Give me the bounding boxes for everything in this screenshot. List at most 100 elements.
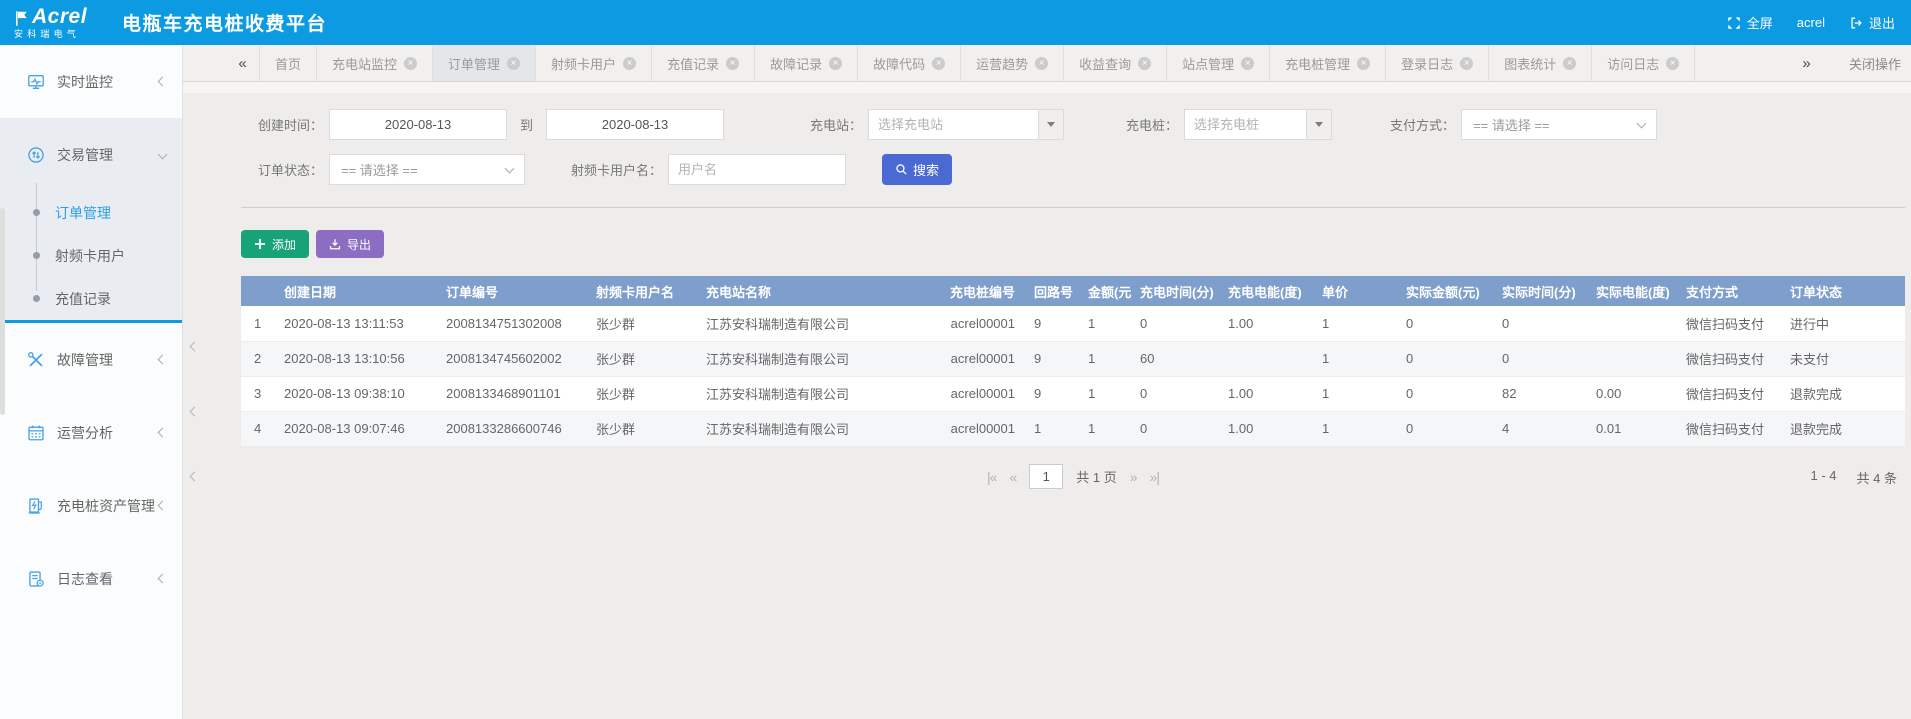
tab-label: 故障记录 [770,54,822,73]
tab-revenue-query[interactable]: 收益查询× [1064,45,1167,81]
tab-pile-manage[interactable]: 充电桩管理× [1270,45,1386,81]
table-cell: 2020-08-13 09:07:46 [279,411,441,446]
table-cell: 0 [1401,306,1497,341]
sidebar-group-fault-manage: 故障管理 [0,323,182,396]
tab-label: 访问日志 [1607,54,1659,73]
sidebar-item-label: 充电桩资产管理 [57,496,155,516]
sidebar-subitem-order-manage[interactable]: 订单管理 [0,191,182,234]
collapse-handle-icon[interactable] [190,407,200,417]
caret-down-icon [1047,122,1055,127]
fullscreen-button[interactable]: 全屏 [1727,13,1773,32]
close-tab-icon[interactable]: × [404,57,417,70]
table-cell: 4 [241,411,279,446]
collapse-handle-icon[interactable] [190,472,200,482]
table-cell: 1 [1029,411,1083,446]
table-cell: 0 [1401,376,1497,411]
close-tab-icon[interactable]: × [1563,57,1576,70]
prev-page-button[interactable]: « [1009,469,1016,485]
tab-recharge-record[interactable]: 充值记录× [652,45,755,81]
chevron-left-icon [158,501,168,511]
sidebar-item-trade-manage[interactable]: 交易管理 [0,118,182,191]
date-from-input[interactable] [329,109,507,140]
pay-method-select[interactable]: == 请选择 == [1461,109,1657,140]
column-header: 充电站名称 [701,276,933,306]
table-row[interactable]: 32020-08-13 09:38:102008133468901101张少群江… [241,376,1905,411]
table-row[interactable]: 12020-08-13 13:11:532008134751302008张少群江… [241,306,1905,341]
page-number-input[interactable] [1029,464,1063,489]
tab-chart-stats[interactable]: 图表统计 × [1489,45,1592,81]
tab-label: 图表统计 [1504,54,1556,73]
table-cell: 2008134751302008 [441,306,591,341]
close-operations-menu[interactable]: 关闭操作 [1849,54,1911,73]
sidebar-subitem-recharge-record[interactable]: 充值记录 [0,277,182,320]
close-tab-icon[interactable]: × [1460,57,1473,70]
add-label: 添加 [272,236,296,253]
column-header: 单价 [1317,276,1401,306]
tabbar-content-gap [183,82,1911,93]
sidebar-group-realtime-monitor: 实时监控 [0,45,182,118]
table-cell: 2 [241,341,279,376]
sidebar-item-pile-asset-manage[interactable]: 充电桩资产管理 [0,469,182,542]
table-cell: 1 [1083,341,1135,376]
filter-row-1: 创建时间： 到 充电站： 充电桩： [241,109,1905,140]
tabs-scroll-left-icon[interactable]: « [223,45,259,81]
table-cell: 0.01 [1591,411,1681,446]
close-tab-icon[interactable]: × [1138,57,1151,70]
search-button[interactable]: 搜索 [882,154,952,185]
download-icon [329,238,341,250]
rfid-user-input[interactable] [668,154,846,185]
order-status-label: 订单状态： [241,160,323,179]
close-tab-icon[interactable]: × [507,57,520,70]
tab-rfid-card-user[interactable]: 射频卡用户× [536,45,652,81]
chevron-down-icon [158,150,168,160]
close-tab-icon[interactable]: × [829,57,842,70]
close-tab-icon[interactable]: × [1241,57,1254,70]
tab-station-monitor[interactable]: 充电站监控× [317,45,433,81]
sidebar-collapse-gutter[interactable] [183,93,205,719]
add-button[interactable]: 添加 [241,230,309,258]
sidebar-item-log-view[interactable]: 日志查看 [0,542,182,615]
date-to-label: 到 [520,115,533,134]
close-tab-icon[interactable]: × [623,57,636,70]
station-dropdown-button[interactable] [1038,109,1064,140]
tab-fault-code[interactable]: 故障代码× [858,45,961,81]
pile-input[interactable] [1184,109,1306,140]
tab-operation-trend[interactable]: 运营趋势× [961,45,1064,81]
order-status-select[interactable]: == 请选择 == [329,154,525,185]
tab-order-manage[interactable]: 订单管理× [433,45,536,81]
close-tab-icon[interactable]: × [1666,57,1679,70]
tab-login-log[interactable]: 登录日志× [1386,45,1489,81]
table-row[interactable]: 42020-08-13 09:07:462008133286600746张少群江… [241,411,1905,446]
close-tab-icon[interactable]: × [1035,57,1048,70]
close-tab-icon[interactable]: × [932,57,945,70]
tab-home[interactable]: 首页 [259,45,317,81]
calendar-icon [27,424,45,442]
table-cell: acrel00001 [933,306,1029,341]
last-page-button[interactable]: »| [1150,469,1159,485]
table-cell: 1 [241,306,279,341]
collapse-handle-icon[interactable] [190,342,200,352]
station-input[interactable] [868,109,1038,140]
sidebar-item-operation-analysis[interactable]: 运营分析 [0,396,182,469]
header-actions: 全屏 acrel 退出 [1727,13,1911,32]
close-tab-icon[interactable]: × [726,57,739,70]
sidebar-scrollbar[interactable] [0,208,5,415]
sidebar-item-realtime-monitor[interactable]: 实时监控 [0,45,182,118]
next-page-button[interactable]: » [1130,469,1137,485]
username[interactable]: acrel [1797,15,1825,30]
logout-button[interactable]: 退出 [1849,13,1895,32]
table-row[interactable]: 22020-08-13 13:10:562008134745602002张少群江… [241,341,1905,376]
export-button[interactable]: 导出 [316,230,384,258]
first-page-button[interactable]: |« [987,469,996,485]
pile-dropdown-button[interactable] [1306,109,1332,140]
close-tab-icon[interactable]: × [1357,57,1370,70]
tabs-scroll-right-icon[interactable]: » [1787,55,1823,72]
filter-row-2: 订单状态： == 请选择 == 射频卡用户名： 搜索 [241,154,1905,185]
sidebar-item-fault-manage[interactable]: 故障管理 [0,323,182,396]
tab-fault-record[interactable]: 故障记录 × [755,45,858,81]
sidebar-subitem-rfid-card-user[interactable]: 射频卡用户 [0,234,182,277]
tab-station-manage[interactable]: 站点管理× [1167,45,1270,81]
sidebar-item-label: 故障管理 [57,350,113,370]
date-to-input[interactable] [546,109,724,140]
tab-visit-log[interactable]: 访问日志 × [1592,45,1695,81]
